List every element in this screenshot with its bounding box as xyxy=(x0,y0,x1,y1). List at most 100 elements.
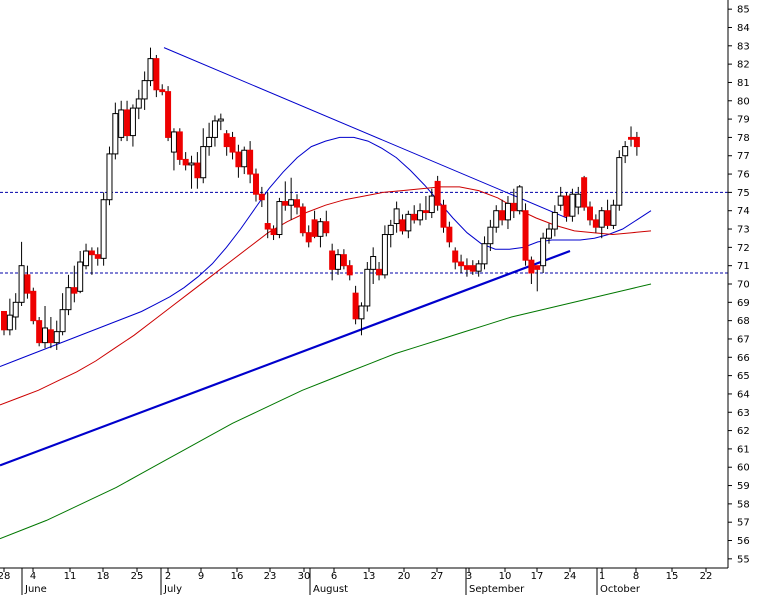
candle-body-down xyxy=(440,204,447,228)
candle-body-up xyxy=(12,301,19,318)
candle-body-down xyxy=(124,109,131,137)
candle xyxy=(516,185,523,215)
candle-body-down xyxy=(88,250,95,256)
y-tick-label: 71 xyxy=(737,261,750,272)
candle-body-up xyxy=(405,213,412,232)
candle xyxy=(176,128,183,165)
candle-body-down xyxy=(329,250,336,270)
candle-body-up xyxy=(106,153,113,201)
candle-body-up xyxy=(147,58,154,82)
y-tick-label: 63 xyxy=(737,408,750,419)
x-tick-label: 10 xyxy=(499,571,512,582)
candle-body-up xyxy=(59,309,66,333)
x-tick-label: 17 xyxy=(531,571,544,582)
candle-body-up xyxy=(200,146,207,179)
y-tick-label: 77 xyxy=(737,151,750,162)
candle-body-down xyxy=(522,210,529,261)
x-tick-label: 18 xyxy=(97,571,110,582)
candle-body-down xyxy=(633,136,640,148)
month-label: October xyxy=(600,584,641,595)
candle xyxy=(522,203,529,266)
candle-body-up xyxy=(6,314,13,331)
candle-body-down xyxy=(258,193,265,201)
candle-body-down xyxy=(235,151,242,168)
y-tick-label: 84 xyxy=(737,23,750,34)
candle-body-down xyxy=(165,91,172,138)
month-label: June xyxy=(24,584,47,595)
x-tick-label: 4 xyxy=(30,571,36,582)
candle-body-up xyxy=(42,327,49,344)
candle-body-up xyxy=(598,210,605,228)
candle-body-up xyxy=(370,256,377,270)
month-label: September xyxy=(469,584,525,595)
candle-body-down xyxy=(628,136,635,140)
y-tick-label: 73 xyxy=(737,225,750,236)
candle-body-up xyxy=(364,268,371,307)
y-tick-label: 85 xyxy=(737,5,750,16)
x-tick-label: 15 xyxy=(666,571,679,582)
candle-body-down xyxy=(311,219,318,237)
y-tick-label: 68 xyxy=(737,316,750,327)
candle-body-up xyxy=(241,149,248,168)
candle-body-down xyxy=(47,329,54,344)
candle-body-down xyxy=(229,136,236,153)
candle-body-down xyxy=(36,320,43,344)
candle-body-up xyxy=(557,195,564,206)
candle-body-up xyxy=(358,305,365,320)
candle-body-up xyxy=(170,131,177,153)
candle xyxy=(581,175,588,211)
candle-body-up xyxy=(504,202,511,221)
y-tick-label: 80 xyxy=(737,96,750,107)
x-tick-label: 2 xyxy=(165,571,171,582)
candle-body-down xyxy=(446,226,453,243)
y-tick-label: 58 xyxy=(737,499,750,510)
x-tick-label: 25 xyxy=(131,571,144,582)
candle-body-up xyxy=(129,107,136,137)
candle-body-up xyxy=(428,195,435,214)
y-tick-label: 69 xyxy=(737,298,750,309)
candle-body-up xyxy=(288,199,295,206)
x-tick-label: 13 xyxy=(363,571,376,582)
candle-body-down xyxy=(499,210,506,221)
x-tick-label: 22 xyxy=(700,571,713,582)
candle-body-up xyxy=(551,212,558,230)
y-tick-label: 56 xyxy=(737,536,750,547)
candle xyxy=(100,192,107,266)
chart-background xyxy=(0,0,774,595)
y-tick-label: 61 xyxy=(737,444,750,455)
candle-body-up xyxy=(100,199,107,259)
candle xyxy=(276,197,283,239)
month-label: August xyxy=(313,584,348,595)
candle-body-up xyxy=(622,146,629,157)
y-tick-label: 83 xyxy=(737,41,750,52)
candle-body-down xyxy=(323,221,330,234)
candle-body-down xyxy=(270,228,277,236)
x-tick-label: 11 xyxy=(64,571,77,582)
y-tick-label: 79 xyxy=(737,115,750,126)
candle-body-down xyxy=(223,133,230,148)
candle-body-up xyxy=(545,228,552,239)
candle-body-down xyxy=(159,89,166,93)
candle-body-up xyxy=(516,186,523,212)
y-tick-label: 65 xyxy=(737,371,750,382)
candle-body-up xyxy=(141,80,148,100)
candle-body-up xyxy=(493,210,500,228)
candle-body-down xyxy=(346,265,353,276)
candle-body-down xyxy=(153,58,160,91)
candle xyxy=(434,175,441,211)
candle-body-down xyxy=(299,206,306,234)
candle-body-up xyxy=(487,226,494,245)
candle-body-down xyxy=(294,199,300,208)
candle-body-up xyxy=(616,157,623,206)
candle xyxy=(165,86,172,142)
candle-body-down xyxy=(194,162,201,179)
candle-body-down xyxy=(604,210,611,226)
candle-body-up xyxy=(211,120,218,138)
candle-body-down xyxy=(563,195,570,217)
candle-body-up xyxy=(18,265,25,303)
x-tick-label: 24 xyxy=(564,571,577,582)
candle-body-down xyxy=(282,201,289,206)
y-tick-label: 64 xyxy=(737,389,750,400)
candle-body-down xyxy=(422,210,429,214)
candle-body-up xyxy=(481,243,488,265)
